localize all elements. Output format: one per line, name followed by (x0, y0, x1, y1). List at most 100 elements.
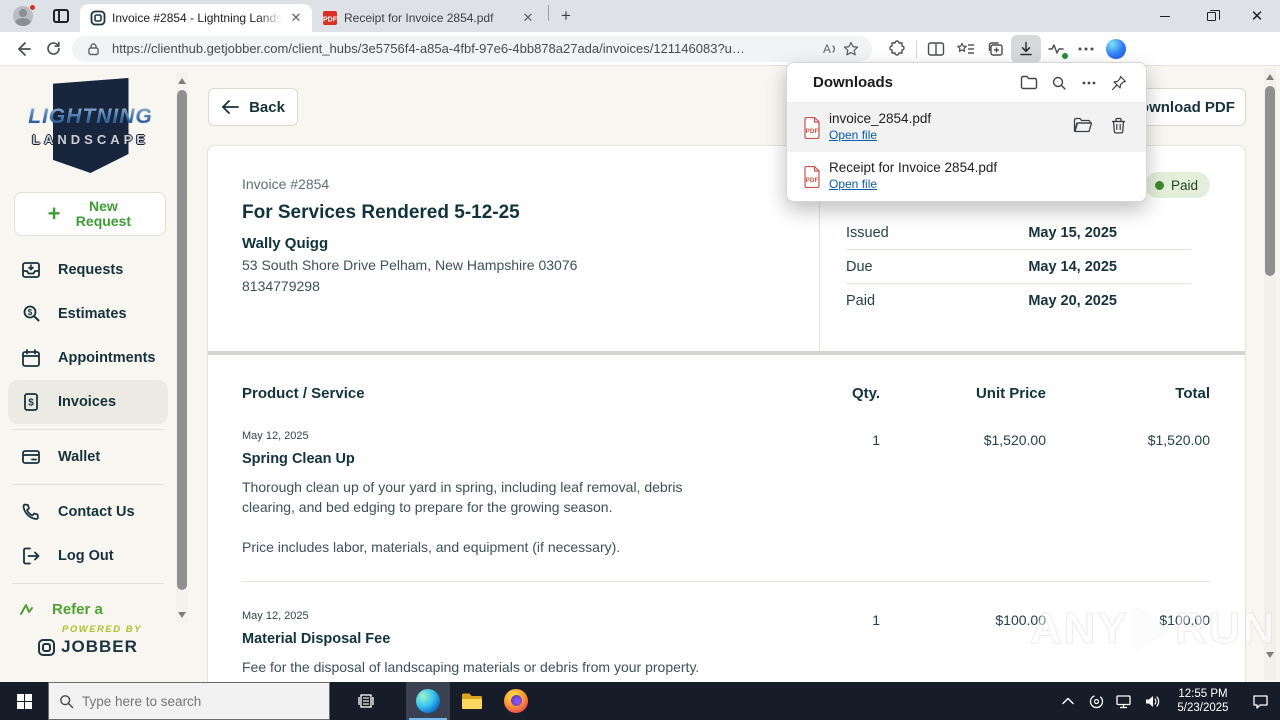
collections-icon[interactable] (951, 35, 981, 63)
tray-volume-icon[interactable] (1138, 682, 1166, 720)
date-value: May 20, 2025 (1028, 293, 1117, 309)
open-file-link[interactable]: Open file (829, 177, 877, 191)
taskbar-clock[interactable]: 12:55 PM 5/23/2025 (1166, 687, 1240, 716)
taskbar: 12:55 PM 5/23/2025 (0, 682, 1280, 720)
scroll-down-icon[interactable] (178, 612, 186, 618)
tab-invoice[interactable]: Invoice #2854 - Lightning Landsca ✕ (80, 4, 312, 32)
show-in-folder-icon[interactable] (1073, 117, 1093, 139)
sidebar-item-log-out[interactable]: Log Out (0, 534, 176, 578)
taskbar-edge-button[interactable] (406, 682, 450, 720)
line-item-unit-price: $100.00 (995, 612, 1046, 628)
split-screen-icon[interactable] (921, 35, 951, 63)
download-file-name: invoice_2854.pdf (829, 111, 932, 126)
date-value: May 14, 2025 (1028, 258, 1117, 275)
search-downloads-icon[interactable] (1044, 69, 1074, 97)
taskbar-file-explorer-button[interactable] (450, 682, 494, 720)
browser-essentials-icon[interactable] (1041, 35, 1071, 63)
sidebar-item-contact-us[interactable]: Contact Us (0, 490, 176, 534)
jobber-brand-label: JOBBER (61, 637, 138, 656)
sidebar-item-wallet[interactable]: Wallet (0, 435, 176, 479)
invoices-icon: $ (24, 393, 38, 411)
favorite-star-icon[interactable] (840, 38, 862, 60)
back-button[interactable]: Back (208, 88, 298, 126)
tab-close-icon[interactable]: ✕ (288, 10, 304, 26)
line-item-name: Spring Clean Up (242, 451, 355, 467)
line-item-description: Price includes labor, materials, and equ… (242, 539, 621, 555)
page-scrollbar[interactable] (1264, 68, 1276, 680)
window-close-button[interactable]: ✕ (1234, 0, 1280, 32)
open-downloads-folder-icon[interactable] (1014, 69, 1044, 97)
download-item-invoice[interactable]: PDF invoice_2854.pdf Open file (787, 103, 1146, 152)
invoice-card: Invoice #2854 For Services Rendered 5-12… (207, 145, 1246, 682)
svg-text:$: $ (28, 308, 33, 317)
downloads-button[interactable] (1011, 34, 1041, 63)
browser-profile-button[interactable] (6, 0, 40, 32)
line-item-qty: 1 (872, 612, 880, 628)
svg-text:A: A (823, 42, 831, 56)
download-item-receipt[interactable]: PDF Receipt for Invoice 2854.pdf Open fi… (787, 152, 1146, 201)
line-item-qty: 1 (872, 432, 880, 448)
line-item-name: Material Disposal Fee (242, 631, 391, 647)
status-label: Paid (1170, 177, 1198, 193)
tray-network-icon[interactable] (1110, 682, 1138, 720)
sidebar-item-invoices[interactable]: $ Invoices (8, 380, 168, 424)
download-file-name: Receipt for Invoice 2854.pdf (829, 160, 998, 175)
delete-download-icon[interactable] (1111, 117, 1126, 139)
col-qty: Qty. (851, 385, 880, 402)
new-request-button[interactable]: + New Request (14, 192, 166, 236)
sidebar-item-estimates[interactable]: $ Estimates (0, 292, 176, 336)
settings-menu-icon[interactable] (1071, 35, 1101, 63)
line-item-date: May 12, 2025 (242, 430, 309, 442)
pin-downloads-icon[interactable] (1104, 69, 1134, 97)
taskbar-search[interactable] (48, 682, 330, 720)
downloads-more-icon[interactable] (1074, 69, 1104, 97)
appointments-icon (22, 349, 40, 367)
date-row-issued: Issued May 15, 2025 (846, 216, 1191, 250)
workspace-menu-button[interactable] (48, 5, 74, 27)
window-minimize-button[interactable] (1142, 0, 1188, 32)
browser-toolbar: https://clienthub.getjobber.com/client_h… (0, 32, 1280, 66)
window-restore-button[interactable] (1188, 0, 1234, 32)
date-label: Paid (846, 293, 876, 309)
copilot-icon[interactable] (1101, 35, 1131, 63)
sidebar-scrollbar[interactable] (176, 72, 188, 622)
tab-copy-icon[interactable] (981, 35, 1011, 63)
invoice-number: Invoice #2854 (242, 176, 330, 192)
scroll-up-icon[interactable] (178, 78, 186, 84)
back-label: Back (249, 98, 285, 116)
tray-agent-icon[interactable] (1082, 682, 1110, 720)
url-text[interactable]: https://clienthub.getjobber.com/client_h… (112, 41, 818, 56)
task-view-button[interactable] (344, 682, 388, 720)
action-center-button[interactable] (1240, 682, 1280, 720)
scroll-down-icon[interactable] (1266, 652, 1274, 658)
back-nav-icon[interactable] (8, 35, 38, 63)
taskbar-firefox-button[interactable] (494, 682, 538, 720)
sidebar-item-refer[interactable]: Refer a (0, 589, 176, 629)
downloads-title: Downloads (813, 74, 894, 91)
new-tab-button[interactable]: + (553, 3, 579, 29)
read-aloud-icon[interactable]: A (818, 38, 840, 60)
line-item-unit-price: $1,520.00 (983, 432, 1046, 448)
company-logo: LIGHTNING LANDSCAPE (18, 78, 163, 173)
logo-line2: LANDSCAPE (32, 131, 149, 147)
scroll-up-icon[interactable] (1266, 74, 1274, 80)
tab-close-icon[interactable]: ✕ (520, 10, 536, 26)
tab-receipt-pdf[interactable]: PDF Receipt for Invoice 2854.pdf ✕ (312, 4, 544, 32)
sidebar-item-appointments[interactable]: Appointments (0, 336, 176, 380)
status-badge: Paid (1144, 172, 1210, 198)
edge-icon (416, 689, 440, 713)
lock-icon[interactable] (82, 38, 104, 60)
tray-chevron-up-icon[interactable] (1054, 682, 1082, 720)
scrollbar-thumb[interactable] (177, 90, 187, 590)
refresh-icon[interactable] (38, 35, 68, 63)
address-bar[interactable]: https://clienthub.getjobber.com/client_h… (72, 35, 872, 62)
col-unit-price: Unit Price (975, 385, 1046, 402)
search-input[interactable] (82, 693, 302, 709)
start-button[interactable] (0, 682, 48, 720)
sidebar-item-requests[interactable]: Requests (0, 248, 176, 292)
extensions-icon[interactable] (882, 35, 912, 63)
open-file-link[interactable]: Open file (829, 128, 877, 142)
scrollbar-thumb[interactable] (1265, 86, 1275, 276)
sidebar-item-label: Appointments (58, 350, 156, 366)
table-row: May 12, 2025 Material Disposal Fee Fee f… (242, 582, 1210, 682)
